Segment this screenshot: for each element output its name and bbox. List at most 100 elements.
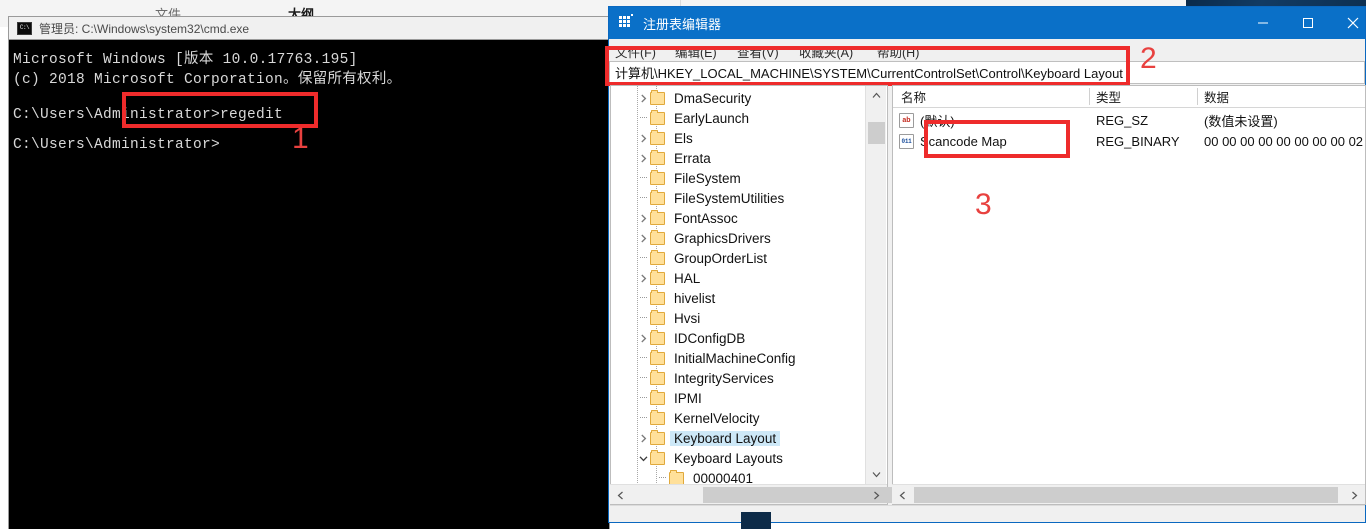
values-horizontal-scrollbar[interactable] <box>892 484 1365 504</box>
tree-item-label: Els <box>674 130 693 146</box>
folder-icon <box>650 369 665 385</box>
annotation-number-3: 3 <box>975 188 992 221</box>
tree-item-integrityservices[interactable]: IntegrityServices <box>637 368 778 388</box>
tree-item-label: IDConfigDB <box>674 330 746 346</box>
binary-value-icon-glyph: 011 <box>901 137 912 145</box>
tree-scrollbar-thumb[interactable] <box>868 122 885 144</box>
tree-leaf-connector <box>637 408 650 428</box>
console-line-prompt: C:\Users\Administrator> <box>13 137 221 153</box>
tree-item-hivelist[interactable]: hivelist <box>637 288 719 308</box>
maximize-icon[interactable] <box>1285 7 1330 39</box>
tree-item-kernelvelocity[interactable]: KernelVelocity <box>637 408 764 428</box>
folder-icon <box>650 289 665 305</box>
tree-item-filesystemutilities[interactable]: FileSystemUtilities <box>637 188 788 208</box>
command-prompt-titlebar[interactable]: C:\ 管理员: C:\Windows\system32\cmd.exe <box>8 16 610 40</box>
tree-leaf-connector <box>637 248 650 268</box>
tree-leaf-connector <box>637 188 650 208</box>
tree-item-label: GroupOrderList <box>674 250 768 266</box>
annotation-number-2: 2 <box>1140 42 1157 75</box>
scroll-left-icon[interactable] <box>892 485 912 505</box>
tree-leaf-connector <box>637 288 650 308</box>
tree-leaf-connector <box>637 108 650 128</box>
chevron-right-icon[interactable] <box>637 88 650 108</box>
tree-vertical-scrollbar[interactable] <box>865 86 886 484</box>
scroll-right-icon[interactable] <box>1344 485 1364 505</box>
column-header-name[interactable]: 名称 <box>901 86 926 107</box>
annotation-box-1 <box>122 92 318 128</box>
annotation-number-1: 1 <box>292 122 309 155</box>
value-type-cell: REG_BINARY <box>1096 134 1180 149</box>
close-icon[interactable] <box>1330 7 1366 39</box>
chevron-right-icon[interactable] <box>637 208 650 228</box>
tree-item-label: IntegrityServices <box>674 370 774 386</box>
scroll-down-icon[interactable] <box>866 465 887 484</box>
taskbar-sliver <box>741 512 771 529</box>
folder-icon <box>650 89 665 105</box>
command-prompt-title: 管理员: C:\Windows\system32\cmd.exe <box>39 21 250 36</box>
scroll-right-icon[interactable] <box>866 485 886 505</box>
column-header-data[interactable]: 数据 <box>1204 86 1229 107</box>
annotation-box-2 <box>605 46 1130 86</box>
folder-icon <box>650 269 665 285</box>
column-header-type[interactable]: 类型 <box>1096 86 1121 107</box>
tree-leaf-connector <box>637 368 650 388</box>
tree-item-filesystem[interactable]: FileSystem <box>637 168 745 188</box>
tree-item-fontassoc[interactable]: FontAssoc <box>637 208 742 228</box>
chevron-right-icon[interactable] <box>637 128 650 148</box>
tree-item-label: IPMI <box>674 390 702 406</box>
tree-item-label: EarlyLaunch <box>674 110 750 126</box>
tree-item-idconfigdb[interactable]: IDConfigDB <box>637 328 749 348</box>
tree-item-initialmachineconfig[interactable]: InitialMachineConfig <box>637 348 800 368</box>
folder-icon <box>650 429 665 445</box>
tree-item-label: DmaSecurity <box>674 90 752 106</box>
scroll-up-icon[interactable] <box>866 86 887 105</box>
tree-item-label: KernelVelocity <box>674 410 760 426</box>
tree-item-label: hivelist <box>674 290 716 306</box>
folder-icon <box>650 409 665 425</box>
folder-icon <box>650 449 665 465</box>
tree-item-keyboard-layout[interactable]: Keyboard Layout <box>637 428 781 448</box>
tree-item-els[interactable]: Els <box>637 128 697 148</box>
chevron-right-icon[interactable] <box>637 148 650 168</box>
values-hscroll-thumb[interactable] <box>914 487 1338 503</box>
tree-item-hal[interactable]: HAL <box>637 268 704 288</box>
chevron-right-icon[interactable] <box>637 428 650 448</box>
folder-icon <box>650 129 665 145</box>
tree-item-label: FileSystem <box>674 170 741 186</box>
tree-item-label: FontAssoc <box>674 210 738 226</box>
chevron-right-icon[interactable] <box>637 328 650 348</box>
tree-item-label: HAL <box>674 270 701 286</box>
tree-item-dmasecurity[interactable]: DmaSecurity <box>637 88 755 108</box>
tree-horizontal-scrollbar[interactable] <box>610 484 913 505</box>
console-line: (c) 2018 Microsoft Corporation。保留所有权利。 <box>13 72 402 88</box>
minimize-icon[interactable] <box>1240 7 1285 39</box>
registry-editor-statusbar <box>610 505 1365 522</box>
tree-leaf-connector <box>637 348 650 368</box>
tree-item-label: Errata <box>674 150 711 166</box>
string-value-icon: ab <box>899 113 914 128</box>
scroll-left-icon[interactable] <box>610 485 630 505</box>
chevron-right-icon[interactable] <box>637 268 650 288</box>
tree-item-label: InitialMachineConfig <box>674 350 796 366</box>
tree-item-keyboard-layouts[interactable]: Keyboard Layouts <box>637 448 787 468</box>
tree-item-label: FileSystemUtilities <box>674 190 785 206</box>
registry-key-tree[interactable]: DmaSecurity EarlyLaunch Els Errata FileSyste… <box>610 85 888 505</box>
folder-icon <box>650 149 665 165</box>
annotation-box-3 <box>924 120 1070 158</box>
tree-item-graphicsdrivers[interactable]: GraphicsDrivers <box>637 228 775 248</box>
tree-item-ipmi[interactable]: IPMI <box>637 388 706 408</box>
value-data-cell: (数值未设置) <box>1204 114 1278 129</box>
chevron-right-icon[interactable] <box>637 228 650 248</box>
tree-item-hvsi[interactable]: Hvsi <box>637 308 704 328</box>
tree-item-errata[interactable]: Errata <box>637 148 715 168</box>
tree-item-earlylaunch[interactable]: EarlyLaunch <box>637 108 753 128</box>
tree-item-label: GraphicsDrivers <box>674 230 771 246</box>
folder-icon <box>650 349 665 365</box>
folder-icon <box>669 469 684 485</box>
folder-icon <box>650 309 665 325</box>
folder-icon <box>650 169 665 185</box>
tree-item-grouporderlist[interactable]: GroupOrderList <box>637 248 771 268</box>
binary-value-icon: 011 <box>899 134 914 149</box>
value-type-cell: REG_SZ <box>1096 113 1149 128</box>
chevron-down-icon[interactable] <box>637 448 650 468</box>
